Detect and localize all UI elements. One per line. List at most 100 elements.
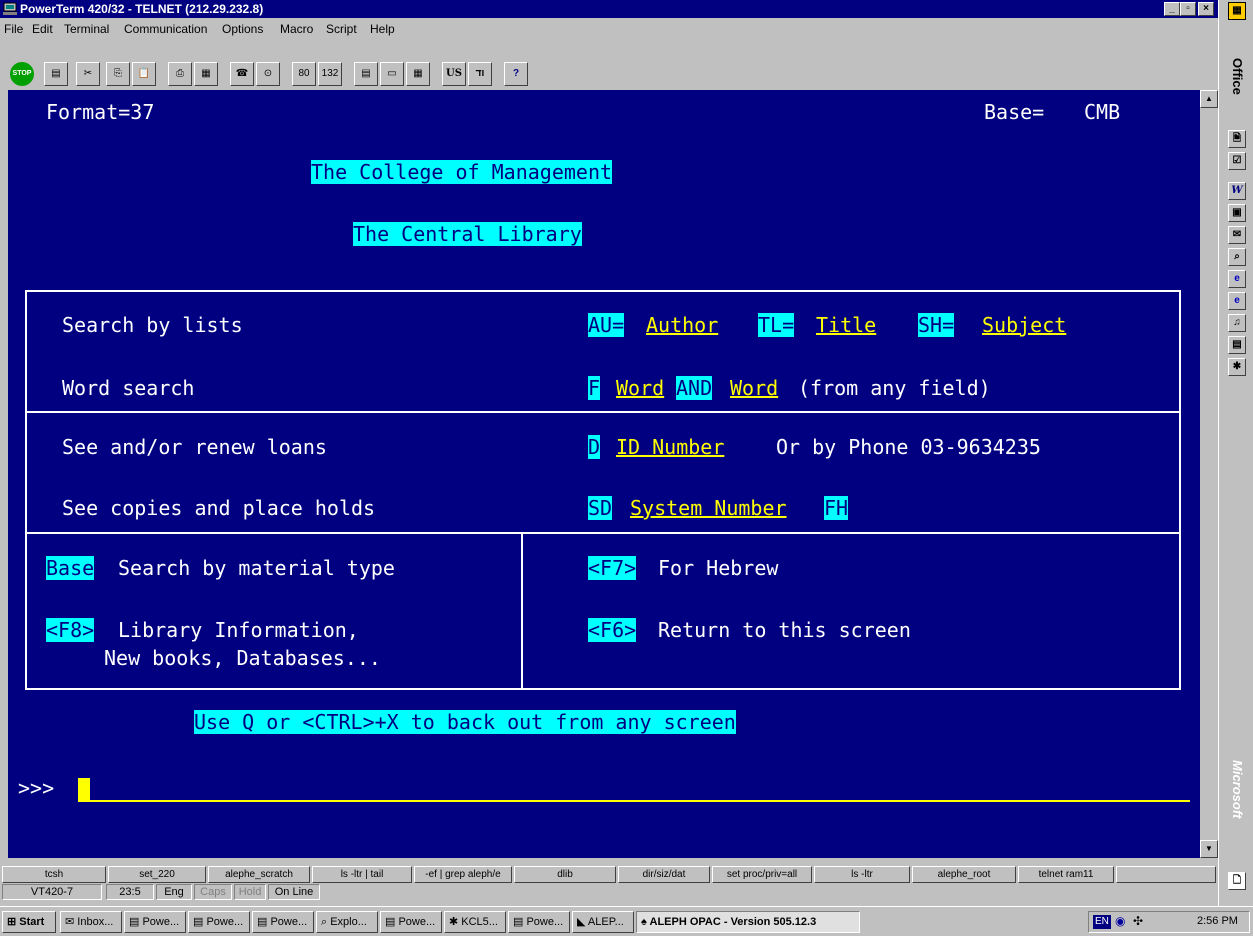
text-cursor xyxy=(78,778,90,800)
powerpoint-icon[interactable]: ▣ xyxy=(1228,204,1246,222)
fkey-11[interactable]: telnet ram11 xyxy=(1018,866,1114,883)
menu-edit[interactable]: Edit xyxy=(32,22,53,36)
office-bar-tasks-icon[interactable]: 🗋 xyxy=(1228,872,1246,890)
menu-options[interactable]: Options xyxy=(222,22,263,36)
hebrew-keyboard-button[interactable]: וד xyxy=(468,62,492,86)
menu-macro[interactable]: Macro xyxy=(280,22,313,36)
and-code: AND xyxy=(676,376,713,400)
task-powerterm-1[interactable]: ▤ Powe... xyxy=(124,911,186,933)
print-screen-icon[interactable]: ▦ xyxy=(194,62,218,86)
tape-icon[interactable]: ⊙ xyxy=(256,62,280,86)
toolbar: STOP ▤ ✂ ⎘ 📋 ⎙ ▦ ☎ ⊙ 80 132 ▤ ▭ ▦ US וד … xyxy=(0,40,1218,90)
us-keyboard-button[interactable]: US xyxy=(442,62,466,86)
copy-icon[interactable]: ⎘ xyxy=(106,62,130,86)
author-option[interactable]: Author xyxy=(646,313,718,337)
powerterm-app-icon[interactable] xyxy=(3,2,17,15)
maximize-button[interactable]: ▫ xyxy=(1180,2,1196,16)
task-powerterm-2[interactable]: ▤ Powe... xyxy=(188,911,250,933)
menu-file[interactable]: File xyxy=(4,22,23,36)
f6-code: <F6> xyxy=(588,618,637,642)
connect-icon[interactable]: ▤ xyxy=(44,62,68,86)
scroll-down-icon[interactable]: ▼ xyxy=(1200,840,1218,858)
divider-vertical xyxy=(521,533,523,689)
title-bar: PowerTerm 420/32 - TELNET (212.29.232.8)… xyxy=(0,0,1218,18)
grid-icon[interactable]: ▦ xyxy=(406,62,430,86)
library-info-label: Library Information, xyxy=(118,618,359,642)
command-input[interactable] xyxy=(78,778,1190,802)
task-powerterm-4[interactable]: ▤ Powe... xyxy=(380,911,442,933)
word-option-2[interactable]: Word xyxy=(730,376,778,400)
fkey-3[interactable]: alephe_scratch xyxy=(208,866,310,883)
vertical-scrollbar[interactable]: ▲ ▼ xyxy=(1200,90,1218,858)
internet-explorer-icon[interactable]: e xyxy=(1228,270,1246,288)
new-office-document-icon[interactable]: 🗎 xyxy=(1228,130,1246,148)
task-kcl5[interactable]: ✱ KCL5... xyxy=(444,911,506,933)
office-logo-icon[interactable]: ▦ xyxy=(1228,2,1246,20)
multimedia-icon[interactable]: ♫ xyxy=(1228,314,1246,332)
word-option-1[interactable]: Word xyxy=(616,376,664,400)
keyboard-icon[interactable]: ▭ xyxy=(380,62,404,86)
phone-icon[interactable]: ☎ xyxy=(230,62,254,86)
fkey-6[interactable]: dlib xyxy=(514,866,616,883)
start-button[interactable]: ⊞ Start xyxy=(2,911,56,933)
network-icon[interactable]: ✣ xyxy=(1133,914,1143,928)
tasks-icon[interactable]: ☑ xyxy=(1228,152,1246,170)
columns-80-button[interactable]: 80 xyxy=(292,62,316,86)
fkey-7[interactable]: dir/siz/dat xyxy=(618,866,710,883)
explorer-icon[interactable]: e xyxy=(1228,292,1246,310)
minimize-button[interactable]: _ xyxy=(1164,2,1180,16)
columns-132-button[interactable]: 132 xyxy=(318,62,342,86)
system-number-option[interactable]: System Number xyxy=(630,496,787,520)
outlook-icon[interactable]: ✉ xyxy=(1228,226,1246,244)
task-powerterm-3[interactable]: ▤ Powe... xyxy=(252,911,314,933)
menu-help[interactable]: Help xyxy=(370,22,395,36)
back-out-hint: Use Q or <CTRL>+X to back out from any s… xyxy=(194,710,736,734)
f-code: F xyxy=(588,376,601,400)
fkey-2[interactable]: set_220 xyxy=(108,866,206,883)
task-label: ALEP... xyxy=(587,916,624,928)
subject-option[interactable]: Subject xyxy=(982,313,1066,337)
antivirus-icon[interactable]: ◉ xyxy=(1115,914,1125,928)
id-number-option[interactable]: ID Number xyxy=(616,435,724,459)
menu-script[interactable]: Script xyxy=(326,22,357,36)
fkey-4[interactable]: ls -ltr | tail xyxy=(312,866,412,883)
return-screen-label: Return to this screen xyxy=(658,618,911,642)
fh-code: FH xyxy=(824,496,849,520)
fkey-10[interactable]: alephe_root xyxy=(912,866,1016,883)
fkey-8[interactable]: set proc/priv=all xyxy=(712,866,812,883)
word-icon[interactable]: W xyxy=(1228,182,1246,200)
terminal-screen[interactable]: Format=37 Base= CMB The College of Manag… xyxy=(8,90,1200,858)
fkey-5[interactable]: -ef | grep aleph/e xyxy=(414,866,512,883)
fkey-1[interactable]: tcsh xyxy=(2,866,106,883)
system-tray: EN ◉ ✣ 2:56 PM xyxy=(1088,911,1250,933)
close-button[interactable]: × xyxy=(1198,2,1214,16)
app-icon[interactable]: ✱ xyxy=(1228,358,1246,376)
status-hold: Hold xyxy=(234,884,266,900)
disconnect-icon[interactable]: ✂ xyxy=(76,62,100,86)
task-aleph-opac[interactable]: ♠ ALEPH OPAC - Version 505.12.3 xyxy=(636,911,860,933)
tray-language[interactable]: EN xyxy=(1093,915,1111,929)
menu-terminal[interactable]: Terminal xyxy=(64,22,109,36)
window-title: PowerTerm 420/32 - TELNET (212.29.232.8) xyxy=(20,2,264,16)
menu-communication[interactable]: Communication xyxy=(124,22,207,36)
task-powerterm-5[interactable]: ▤ Powe... xyxy=(508,911,570,933)
find-icon[interactable]: ⌕ xyxy=(1228,248,1246,266)
terminal-setup-icon[interactable]: ▤ xyxy=(354,62,378,86)
help-button[interactable]: ? xyxy=(504,62,528,86)
for-hebrew-label: For Hebrew xyxy=(658,556,779,580)
paste-icon[interactable]: 📋 xyxy=(132,62,156,86)
task-aleph[interactable]: ◣ ALEP... xyxy=(572,911,634,933)
task-inbox[interactable]: ✉ Inbox... xyxy=(60,911,122,933)
fkey-12[interactable] xyxy=(1116,866,1216,883)
scroll-up-icon[interactable]: ▲ xyxy=(1200,90,1218,108)
powerterm-icon: ▤ xyxy=(257,916,271,928)
task-explorer[interactable]: ⌕ Explo... xyxy=(316,911,378,933)
task-label: Inbox... xyxy=(77,916,114,928)
fkey-9[interactable]: ls -ltr xyxy=(814,866,910,883)
title-option[interactable]: Title xyxy=(816,313,876,337)
terminal-icon[interactable]: ▤ xyxy=(1228,336,1246,354)
print-icon[interactable]: ⎙ xyxy=(168,62,192,86)
base-value: CMB xyxy=(1084,100,1121,124)
explorer-icon: ⌕ xyxy=(321,916,331,928)
stop-button[interactable]: STOP xyxy=(10,62,34,86)
